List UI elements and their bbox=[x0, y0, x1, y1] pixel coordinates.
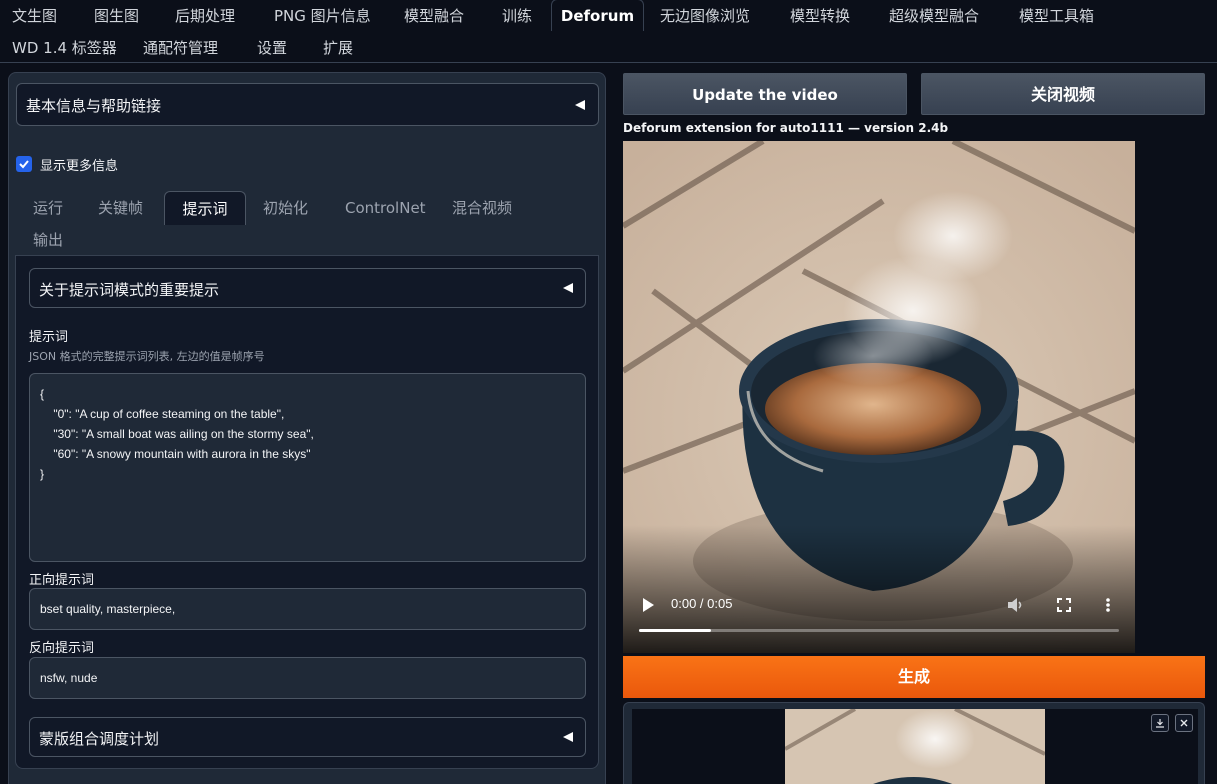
version-text: Deforum extension for auto1111 — version… bbox=[623, 121, 949, 135]
collapse-caret-icon bbox=[563, 283, 573, 293]
tab-wd14-tagger[interactable]: WD 1.4 标签器 bbox=[12, 32, 117, 64]
main-tab-bar: 文生图 图生图 后期处理 PNG 图片信息 模型融合 训练 Deforum 无边… bbox=[0, 0, 1217, 63]
close-gallery-button[interactable] bbox=[1175, 714, 1193, 732]
update-video-button[interactable]: Update the video bbox=[623, 73, 907, 115]
subtab-keyframes[interactable]: 关键帧 bbox=[98, 191, 143, 225]
tab-infinite-image-browsing[interactable]: 无边图像浏览 bbox=[660, 0, 750, 32]
subtab-init[interactable]: 初始化 bbox=[263, 191, 308, 225]
show-more-info-label: 显示更多信息 bbox=[40, 159, 119, 174]
negative-prompt-input[interactable]: nsfw, nude bbox=[29, 657, 586, 699]
positive-prompt-label: 正向提示词 bbox=[29, 573, 95, 588]
negative-prompt-label: 反向提示词 bbox=[29, 641, 95, 656]
more-options-icon[interactable] bbox=[1104, 597, 1112, 613]
prompts-label: 提示词 bbox=[29, 330, 69, 345]
collapse-caret-icon bbox=[575, 100, 585, 110]
tab-wildcards-manager[interactable]: 通配符管理 bbox=[143, 32, 218, 64]
tab-extras[interactable]: 后期处理 bbox=[175, 0, 235, 32]
subtab-hybrid-video[interactable]: 混合视频 bbox=[452, 191, 512, 225]
tab-model-toolkit[interactable]: 模型工具箱 bbox=[1019, 0, 1094, 32]
prompts-json-textarea[interactable]: { "0": "A cup of coffee steaming on the … bbox=[29, 373, 586, 562]
tab-deforum[interactable]: Deforum bbox=[551, 0, 644, 31]
positive-prompt-input[interactable]: bset quality, masterpiece, bbox=[29, 588, 586, 630]
tab-settings[interactable]: 设置 bbox=[257, 32, 287, 64]
checkmark-icon bbox=[19, 160, 29, 169]
tab-extensions[interactable]: 扩展 bbox=[323, 32, 353, 64]
prompt-mode-notes-accordion[interactable]: 关于提示词模式的重要提示 bbox=[29, 268, 586, 308]
subtab-run[interactable]: 运行 bbox=[33, 191, 63, 225]
tab-train[interactable]: 训练 bbox=[502, 0, 532, 32]
close-icon bbox=[1180, 719, 1188, 727]
collapse-caret-icon bbox=[563, 732, 573, 742]
info-help-links-accordion[interactable]: 基本信息与帮助链接 bbox=[16, 83, 599, 126]
close-video-button[interactable]: 关闭视频 bbox=[921, 73, 1205, 115]
tab-txt2img[interactable]: 文生图 bbox=[12, 0, 57, 32]
video-time-display: 0:00 / 0:05 bbox=[671, 596, 733, 611]
gallery-thumbnail[interactable] bbox=[785, 709, 1045, 784]
prompts-description: JSON 格式的完整提示词列表, 左边的值是帧序号 bbox=[29, 350, 265, 363]
tab-supermerger[interactable]: 超级模型融合 bbox=[889, 0, 979, 32]
generate-button[interactable]: 生成 bbox=[623, 656, 1205, 698]
thumbnail-image bbox=[785, 709, 1045, 784]
volume-icon[interactable] bbox=[1007, 597, 1025, 613]
video-player[interactable]: 0:00 / 0:05 bbox=[623, 141, 1135, 653]
subtab-prompts[interactable]: 提示词 bbox=[164, 191, 246, 225]
download-icon bbox=[1156, 719, 1164, 728]
fullscreen-icon[interactable] bbox=[1056, 597, 1072, 613]
subtab-controlnet[interactable]: ControlNet bbox=[345, 191, 426, 225]
gallery-preview-area bbox=[632, 709, 1198, 784]
accordion-title: 关于提示词模式的重要提示 bbox=[39, 281, 220, 299]
video-progress-fill bbox=[639, 629, 711, 632]
accordion-title: 基本信息与帮助链接 bbox=[26, 97, 162, 115]
subtab-output[interactable]: 输出 bbox=[33, 223, 63, 257]
mask-schedule-accordion[interactable]: 蒙版组合调度计划 bbox=[29, 717, 586, 757]
show-more-info-checkbox[interactable] bbox=[16, 156, 32, 172]
output-gallery bbox=[623, 702, 1205, 784]
tab-checkpoint-merger[interactable]: 模型融合 bbox=[404, 0, 464, 32]
tab-model-converter[interactable]: 模型转换 bbox=[790, 0, 850, 32]
video-frame-coffee-cup bbox=[623, 141, 1135, 653]
video-progress-bar[interactable] bbox=[639, 629, 1119, 632]
play-icon[interactable] bbox=[641, 597, 655, 613]
accordion-title: 蒙版组合调度计划 bbox=[39, 730, 160, 748]
download-button[interactable] bbox=[1151, 714, 1169, 732]
tab-img2img[interactable]: 图生图 bbox=[94, 0, 139, 32]
tab-png-info[interactable]: PNG 图片信息 bbox=[274, 0, 371, 32]
